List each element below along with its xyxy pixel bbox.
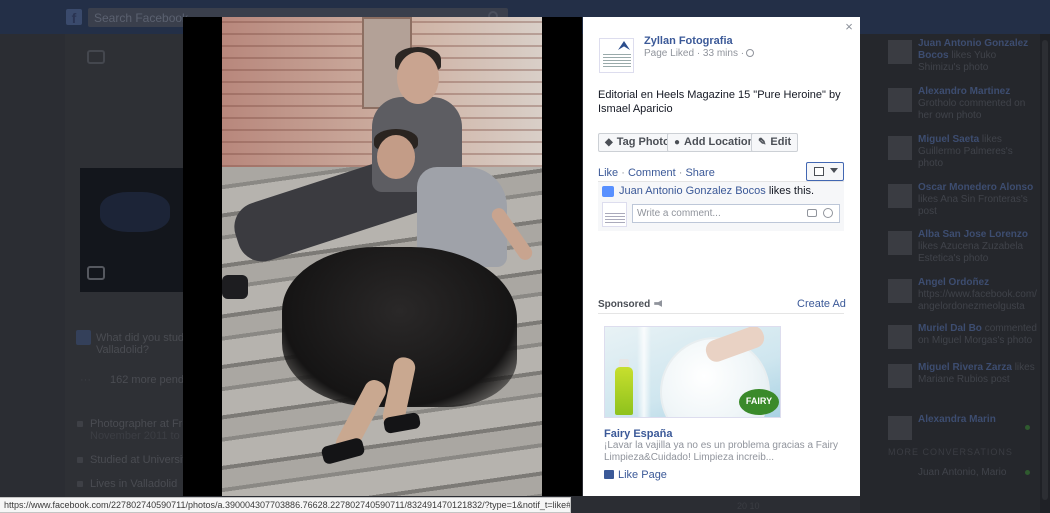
detergent-bottle [615,367,633,415]
ad-body[interactable]: ¡Lavar la vajilla ya no es un problema g… [604,440,844,464]
thumbs-up-icon [602,186,614,197]
comment-link[interactable]: Comment [628,167,676,179]
ticker-item[interactable]: Juan Antonio Gonzalez Bocos likes Yuko S… [888,38,1038,74]
like-link[interactable]: Like [598,167,618,179]
intro-question-line1[interactable]: What did you study at [96,332,184,344]
about-home: Lives in Valladolid [90,478,178,490]
chevron-down-icon [830,168,838,173]
share-link[interactable]: Share [685,167,714,179]
ad-title-link[interactable]: Fairy España [604,428,672,440]
more-pending-link[interactable]: 162 more pending [110,374,184,386]
ticker-item[interactable]: Alexandro Martinez Grotholo commented on… [888,86,1038,122]
ticker-item[interactable]: Miguel Rivera Zarza likes Mariane Rubios… [888,362,1038,398]
pencil-icon [76,330,91,345]
browser-status-bar: https://www.facebook.com/227802740590711… [0,497,571,513]
megaphone-icon [654,300,663,307]
post-actions: Like · Comment · Share [598,167,715,179]
liker-name-link[interactable]: Juan Antonio Gonzalez Bocos [619,185,766,197]
divider [598,313,844,314]
photo-side-panel: × Zyllan Fotografia Page Liked · 33 mins… [583,17,860,496]
about-work-line2: November 2011 to pres... [90,430,184,442]
avatar [888,416,912,440]
home-icon [77,481,83,487]
scrollbar-thumb[interactable] [1042,40,1048,500]
about-work-line1: Photographer at Free... [90,418,184,430]
smiley-icon[interactable] [823,208,833,218]
comment-placeholder: Write a comment... [637,208,721,219]
ticker-item[interactable]: Muriel Dal Bo commented on Miguel Morgas… [888,323,1038,359]
photo-stage[interactable] [183,17,582,496]
education-icon [77,457,83,463]
likes-summary: Juan Antonio Gonzalez Bocos likes this. [619,185,814,197]
background-count: 20 10 [737,501,760,511]
avatar [888,279,912,303]
man-shoe [222,275,248,299]
create-ad-link[interactable]: Create Ad [797,298,846,310]
chat-section-header: MORE CONVERSATIONS [888,447,1013,457]
photo[interactable] [222,17,542,496]
avatar-logo-text [605,205,625,211]
ad-image[interactable]: FAIRY [604,326,781,418]
photo-caption: Editorial en Heels Magazine 15 "Pure Her… [598,89,841,115]
comment-input[interactable]: Write a comment... [632,204,840,223]
ticker-item[interactable]: Alba San Jose Lorenzo likes Azucena Zuza… [888,229,1038,265]
avatar-text-lines [603,54,631,55]
like-page-button[interactable]: Like Page [604,469,667,481]
tag-photo-label: Tag Photo [616,136,670,148]
ticker-item[interactable]: Angel Ordoñez https://www.facebook.com/ … [888,277,1038,313]
woman-head [377,135,415,179]
work-icon [77,421,83,427]
tag-icon: ◆ [605,137,613,148]
page-avatar[interactable] [599,38,634,73]
post-meta: Page Liked · 33 mins · [644,48,755,59]
avatar [888,40,912,64]
feedback-box: Juan Antonio Gonzalez Bocos likes this. … [598,181,844,231]
add-location-button[interactable]: ● Add Location [667,133,762,152]
online-dot [1025,470,1030,475]
options-icon [814,167,824,176]
avatar [888,88,912,112]
sponsored-label: Sponsored [598,299,663,310]
close-icon[interactable]: × [843,20,855,33]
sponsored-text: Sponsored [598,299,651,310]
globe-icon[interactable] [746,49,755,57]
avatar [888,136,912,160]
edit-button[interactable]: ✎ Edit [751,133,799,152]
water-stream [637,327,651,417]
likes-suffix: likes this. [768,185,815,197]
about-education: Studied at University of... [90,454,184,466]
camera-icon[interactable] [87,50,105,64]
edit-label: Edit [770,136,792,148]
ticker-item[interactable]: Miguel Saeta likes Guillermo Palmeres's … [888,134,1038,170]
ticker-item[interactable]: Oscar Monedero Alonso likes Ana Sin Fron… [888,182,1038,218]
ticker-item[interactable]: Alexandra Marin [888,414,1038,440]
camera-icon[interactable] [87,266,105,280]
separator: · [678,167,683,179]
camera-icon[interactable] [807,209,817,217]
avatar [888,231,912,255]
avatar-text-lines [605,213,625,214]
avatar [888,364,912,388]
like-page-label: Like Page [618,469,667,481]
online-dot [1025,425,1030,430]
avatar [888,325,912,349]
avatar [888,184,912,208]
post-meta-text: Page Liked · 33 mins · [644,48,745,59]
options-button[interactable] [806,162,844,181]
man-head [397,52,439,104]
profile-picture-highlight [100,192,170,232]
separator: · [621,167,625,179]
brand-badge-text: FAIRY [745,396,773,406]
tag-photo-button[interactable]: ◆ Tag Photo [598,133,677,152]
location-pin-icon: ● [674,137,681,148]
intro-question-line2[interactable]: Valladolid? [96,344,184,356]
pencil-icon: ✎ [758,137,767,148]
chat-item[interactable]: Juan Antonio, Mario [918,467,1028,478]
avatar[interactable] [602,202,627,227]
more-dots: ··· [80,374,91,386]
add-location-label: Add Location [684,136,755,148]
thumbs-up-icon [604,470,614,479]
facebook-logo-icon[interactable]: f [66,9,82,26]
page-name-link[interactable]: Zyllan Fotografia [644,35,733,47]
